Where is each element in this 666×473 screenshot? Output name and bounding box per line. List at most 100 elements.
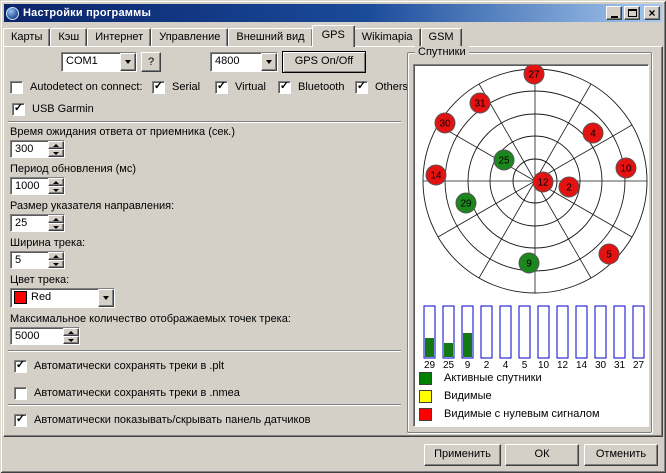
- spin-up-button[interactable]: [63, 328, 79, 336]
- tab-wikimapia[interactable]: Wikimapia: [354, 28, 421, 46]
- spin-up-button[interactable]: [48, 178, 64, 186]
- checkbox-box[interactable]: ✓: [14, 414, 27, 427]
- tab-внешний-вид[interactable]: Внешний вид: [228, 28, 312, 46]
- minimize-button[interactable]: [606, 6, 622, 20]
- chevron-down-icon[interactable]: [98, 289, 114, 307]
- tab-управление[interactable]: Управление: [151, 28, 228, 46]
- signal-bar-4: [500, 306, 511, 358]
- checkbox-box[interactable]: ✓: [12, 103, 25, 116]
- window-title: Настройки программы: [23, 7, 602, 19]
- checkbox-label: Virtual: [235, 81, 266, 93]
- spin-down-button[interactable]: [63, 336, 79, 344]
- checkbox-label: Others: [375, 81, 408, 93]
- bluetooth-checkbox[interactable]: ✓ Bluetooth: [278, 80, 344, 94]
- max-track-points-value: 5000: [11, 328, 63, 344]
- legend-row: Видимые: [414, 390, 648, 403]
- help-button[interactable]: ?: [141, 52, 161, 72]
- spin-up-button[interactable]: [48, 215, 64, 223]
- spin-down-button[interactable]: [48, 149, 64, 157]
- autodetect-checkbox[interactable]: Autodetect on connect:: [10, 80, 143, 94]
- pointer-size-label: Размер указателя направления:: [10, 200, 402, 213]
- arrow-down-icon: [53, 263, 59, 266]
- signal-bar-label: 31: [614, 360, 626, 370]
- spin-up-button[interactable]: [48, 141, 64, 149]
- minimize-icon: [611, 16, 618, 18]
- satellites-legend: Активные спутники Видимые Видимые с нулевы…: [414, 372, 648, 421]
- chevron-down-icon[interactable]: [120, 53, 136, 71]
- pointer-size-spinner[interactable]: 25: [10, 214, 65, 232]
- track-color-select[interactable]: Red: [10, 288, 115, 308]
- signal-bar-label: 14: [576, 360, 588, 370]
- app-icon: [6, 7, 19, 20]
- sensor-panel-checkbox[interactable]: ✓ Автоматически показывать/скрывать пане…: [14, 413, 310, 427]
- com-port-select[interactable]: COM1: [61, 52, 137, 72]
- close-button[interactable]: ×: [644, 6, 660, 20]
- arrow-up-icon: [53, 181, 59, 184]
- legend-swatch: [419, 390, 432, 403]
- max-track-points-spinner[interactable]: 5000: [10, 327, 80, 345]
- signal-bar-31: [614, 306, 625, 358]
- speed-select[interactable]: 4800: [210, 52, 278, 72]
- response-timeout-value: 300: [11, 141, 48, 157]
- signal-bar-label: 25: [443, 360, 455, 370]
- spin-down-button[interactable]: [48, 186, 64, 194]
- maximize-button[interactable]: [624, 6, 640, 20]
- checkbox-box[interactable]: ✓: [215, 81, 228, 94]
- response-timeout-label: Время ожидания ответа от приемника (сек.…: [10, 126, 402, 139]
- cancel-button[interactable]: Отменить: [584, 444, 658, 466]
- tab-gsm[interactable]: GSM: [421, 28, 462, 46]
- checkbox-box[interactable]: [10, 81, 23, 94]
- color-swatch: [14, 291, 27, 304]
- legend-row: Видимые с нулевым сигналом: [414, 408, 648, 421]
- spin-up-button[interactable]: [48, 252, 64, 260]
- arrow-down-icon: [53, 226, 59, 229]
- usb-garmin-checkbox[interactable]: ✓ USB Garmin: [12, 102, 94, 116]
- satellite-id-label: 9: [526, 259, 532, 270]
- settings-dialog: Настройки программы × КартыКэшИнтернетУп…: [0, 0, 666, 473]
- signal-bar-2: [481, 306, 492, 358]
- chevron-down-icon[interactable]: [261, 53, 277, 71]
- update-period-spinner[interactable]: 1000: [10, 177, 65, 195]
- satellite-id-label: 12: [537, 178, 549, 189]
- spin-down-button[interactable]: [48, 223, 64, 231]
- serial-checkbox[interactable]: ✓ Serial: [152, 80, 200, 94]
- arrow-up-icon: [53, 218, 59, 221]
- com-port-value: COM1: [62, 53, 120, 71]
- satellites-group-title: Спутники: [415, 46, 469, 59]
- checkbox-box[interactable]: ✓: [14, 360, 27, 373]
- signal-bar-label: 5: [522, 360, 528, 370]
- legend-label: Активные спутники: [444, 372, 542, 385]
- signal-bar-5: [519, 306, 530, 358]
- tab-gps[interactable]: GPS: [312, 25, 355, 47]
- apply-button[interactable]: Применить: [424, 444, 501, 466]
- checkbox-box[interactable]: [14, 387, 27, 400]
- satellite-id-label: 5: [606, 250, 612, 261]
- response-timeout-spinner[interactable]: 300: [10, 140, 65, 158]
- checkbox-label: Автоматически показывать/скрывать панель…: [34, 414, 310, 426]
- save-plt-checkbox[interactable]: ✓ Автоматически сохранять треки в .plt: [14, 359, 224, 373]
- virtual-checkbox[interactable]: ✓ Virtual: [215, 80, 266, 94]
- others-checkbox[interactable]: ✓ Others: [355, 80, 408, 94]
- ok-button[interactable]: ОК: [505, 444, 579, 466]
- arrow-up-icon: [68, 331, 74, 334]
- track-color-value: Red: [27, 289, 98, 307]
- gps-on-off-button[interactable]: GPS On/Off: [282, 51, 366, 73]
- satellite-id-label: 29: [460, 199, 472, 210]
- title-bar[interactable]: Настройки программы ×: [4, 4, 662, 22]
- arrow-up-icon: [53, 255, 59, 258]
- arrow-down-icon: [68, 339, 74, 342]
- checkbox-label: Autodetect on connect:: [30, 81, 143, 93]
- tab-кэш[interactable]: Кэш: [50, 28, 87, 46]
- checkbox-box[interactable]: ✓: [152, 81, 165, 94]
- satellite-id-label: 14: [430, 171, 442, 182]
- tab-карты[interactable]: Карты: [3, 28, 50, 46]
- satellites-panel: 2731304251014122295929259245101214303127…: [413, 64, 649, 427]
- track-width-spinner[interactable]: 5: [10, 251, 65, 269]
- spin-down-button[interactable]: [48, 260, 64, 268]
- checkbox-box[interactable]: ✓: [355, 81, 368, 94]
- save-nmea-checkbox[interactable]: Автоматически сохранять треки в .nmea: [14, 386, 240, 400]
- speed-value: 4800: [211, 53, 261, 71]
- signal-bar-label: 12: [557, 360, 569, 370]
- tab-интернет[interactable]: Интернет: [87, 28, 151, 46]
- checkbox-box[interactable]: ✓: [278, 81, 291, 94]
